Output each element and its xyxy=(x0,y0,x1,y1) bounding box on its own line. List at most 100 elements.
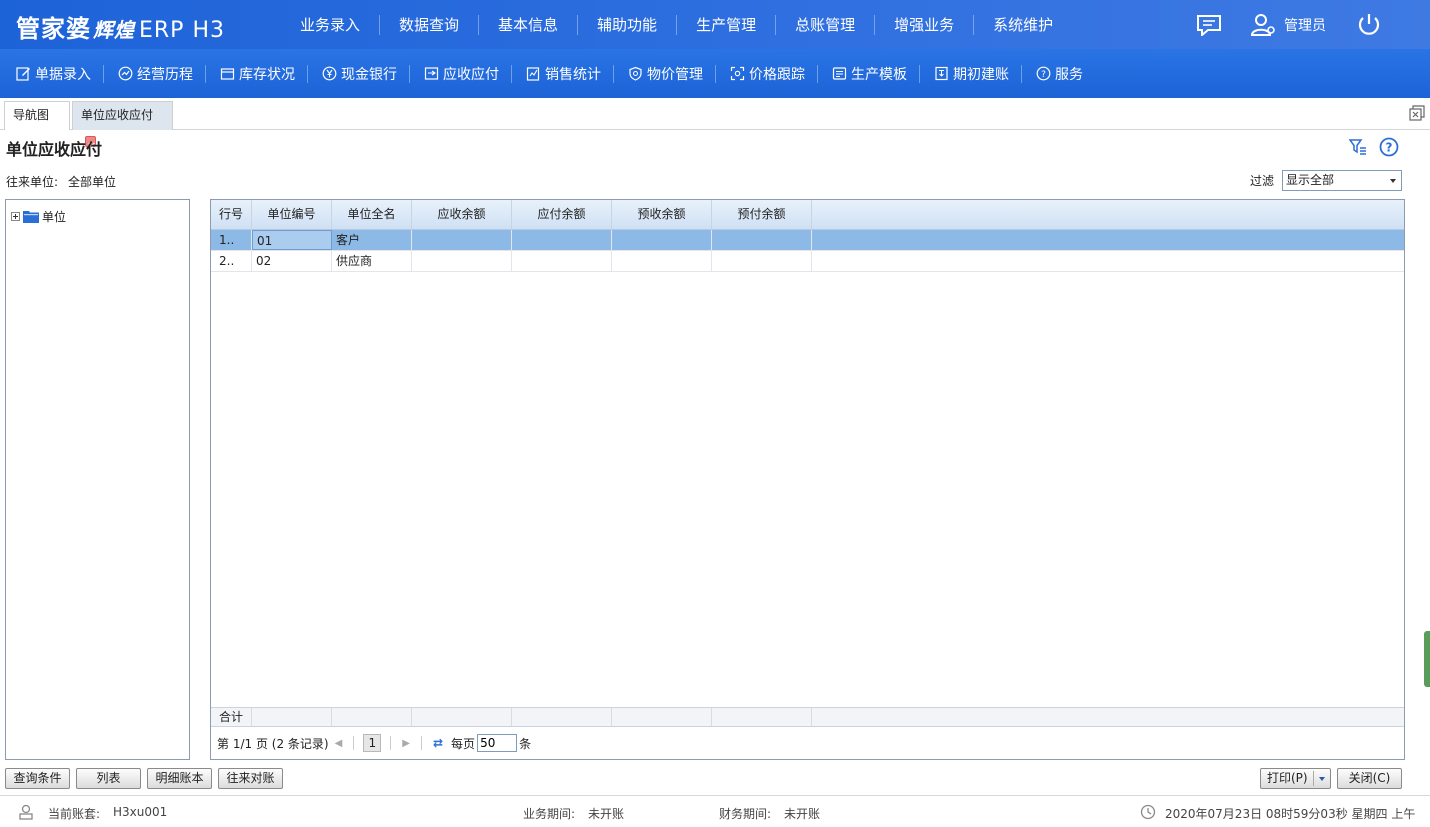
tab-navigation-map[interactable]: 导航图 xyxy=(4,101,70,130)
col-receivable[interactable]: 应收余额 xyxy=(412,200,512,229)
toolbar-inventory[interactable]: 库存状况 xyxy=(218,64,308,83)
row-no: 2.. xyxy=(211,251,252,271)
restore-window-icon[interactable] xyxy=(1408,104,1426,122)
detail-ledger-button[interactable]: 明细账本 xyxy=(147,768,212,789)
side-scroll-handle[interactable] xyxy=(1424,631,1430,687)
unit-name[interactable]: 客户 xyxy=(332,230,412,250)
toolbar-business-history[interactable]: 经营历程 xyxy=(116,64,206,83)
partner-unit-value: 全部单位 xyxy=(68,175,117,189)
col-payable[interactable]: 应付余额 xyxy=(512,200,612,229)
prepaid-cell[interactable] xyxy=(712,230,812,250)
toolbar-label: 服务 xyxy=(1055,66,1083,83)
menu-enhanced[interactable]: 增强业务 xyxy=(875,14,975,35)
tab-unit-receivable-payable[interactable]: 单位应收应付 xyxy=(72,101,173,159)
tab-label: 导航图 xyxy=(13,108,50,122)
divider xyxy=(1313,771,1314,786)
help-icon[interactable]: ? xyxy=(1379,137,1399,157)
tab-label: 单位应收应付 xyxy=(81,108,154,122)
filter-selected-value: 显示全部 xyxy=(1286,173,1335,187)
account-label: 当前账套: xyxy=(48,807,101,821)
total-cell xyxy=(512,708,612,726)
grid-header: 行号 单位编号 单位全名 应收余额 应付余额 预收余额 预付余额 xyxy=(211,200,1404,230)
filter-select[interactable]: 显示全部 xyxy=(1282,170,1403,191)
business-period-value: 未开账 xyxy=(588,807,625,821)
toolbar-cash-bank[interactable]: 现金银行 xyxy=(320,64,410,83)
reconcile-button[interactable]: 往来对账 xyxy=(218,768,283,789)
unit-name[interactable]: 供应商 xyxy=(332,251,412,271)
col-row-no[interactable]: 行号 xyxy=(211,200,252,229)
receivable-cell[interactable] xyxy=(412,230,512,250)
toolbar-label: 生产模板 xyxy=(851,66,907,83)
target-icon xyxy=(730,66,745,81)
toolbar-opening-setup[interactable]: 期初建账 xyxy=(932,64,1022,83)
clock-icon xyxy=(1140,804,1156,820)
account-icon xyxy=(19,804,33,820)
report-icon xyxy=(526,67,540,81)
toolbar-label: 销售统计 xyxy=(545,66,601,83)
power-icon[interactable] xyxy=(1356,12,1382,38)
toolbar-price-management[interactable]: 物价管理 xyxy=(626,64,716,83)
menu-data-query[interactable]: 数据查询 xyxy=(380,14,480,35)
print-label: 打印(P) xyxy=(1267,771,1308,785)
current-user[interactable]: 管理员 xyxy=(1284,15,1326,35)
per-page-unit: 条 xyxy=(519,736,532,751)
menu-auxiliary[interactable]: 辅助功能 xyxy=(578,14,678,35)
menu-production[interactable]: 生产管理 xyxy=(677,14,777,35)
yen-icon xyxy=(322,66,337,81)
advance-received-cell[interactable] xyxy=(612,230,712,250)
advance-received-cell[interactable] xyxy=(612,251,712,271)
toolbar-bill-entry[interactable]: 单据录入 xyxy=(14,64,104,83)
col-advance-received[interactable]: 预收余额 xyxy=(612,200,712,229)
table-row[interactable]: 1.. 01 客户 xyxy=(211,230,1404,251)
payable-cell[interactable] xyxy=(512,251,612,271)
book-icon xyxy=(935,66,948,81)
payable-cell[interactable] xyxy=(512,230,612,250)
message-icon[interactable] xyxy=(1196,14,1222,36)
list-button[interactable]: 列表 xyxy=(76,768,141,789)
next-page-icon[interactable]: ▶ xyxy=(402,738,410,749)
partner-unit-label: 往来单位: xyxy=(6,175,59,189)
header-actions: 管理员 xyxy=(1196,0,1430,49)
receivable-cell[interactable] xyxy=(412,251,512,271)
current-page[interactable]: 1 xyxy=(363,734,382,752)
total-cell xyxy=(712,708,812,726)
partner-unit-row: 往来单位: 全部单位 xyxy=(6,173,116,190)
unit-code[interactable]: 02 xyxy=(252,251,332,271)
toolbar-label: 期初建账 xyxy=(953,66,1009,83)
prev-page-icon[interactable]: ◀ xyxy=(335,738,343,749)
toolbar-sales-stats[interactable]: 销售统计 xyxy=(524,64,614,83)
user-icon[interactable] xyxy=(1250,13,1276,37)
menu-business-entry[interactable]: 业务录入 xyxy=(281,14,381,35)
close-button[interactable]: 关闭(C) xyxy=(1337,768,1402,789)
expand-icon[interactable] xyxy=(11,212,20,221)
tree-node-unit[interactable]: 单位 xyxy=(11,208,66,225)
query-conditions-button[interactable]: 查询条件 xyxy=(5,768,70,789)
refresh-icon[interactable]: ⇄ xyxy=(433,736,443,750)
total-cell xyxy=(252,708,332,726)
print-button[interactable]: 打印(P) xyxy=(1260,768,1331,789)
filter-settings-icon[interactable] xyxy=(1349,138,1367,156)
top-header: 管家婆 辉煌 ERP H3 业务录入 数据查询 基本信息 辅助功能 生产管理 总账管… xyxy=(0,0,1430,49)
table-row[interactable]: 2.. 02 供应商 xyxy=(211,251,1404,272)
per-page-input[interactable] xyxy=(477,734,518,752)
toolbar-receivable-payable[interactable]: 应收应付 xyxy=(422,64,512,83)
finance-period-label: 财务期间: xyxy=(719,807,772,821)
toolbar-price-tracking[interactable]: 价格跟踪 xyxy=(728,64,818,83)
toolbar-service[interactable]: ? 服务 xyxy=(1034,65,1095,83)
chevron-down-icon[interactable] xyxy=(1319,777,1325,781)
col-prepaid[interactable]: 预付余额 xyxy=(712,200,812,229)
logo-sub: 辉煌 xyxy=(93,18,135,42)
template-icon xyxy=(832,67,847,80)
menu-basic-info[interactable]: 基本信息 xyxy=(479,14,579,35)
col-unit-code[interactable]: 单位编号 xyxy=(252,200,332,229)
menu-system[interactable]: 系统维护 xyxy=(974,15,1072,35)
pager: 第 1/1 页 (2 条记录) ◀ 1 ▶ ⇄ 每页 条 xyxy=(211,727,1404,759)
toolbar-label: 经营历程 xyxy=(137,66,193,83)
menu-ledger[interactable]: 总账管理 xyxy=(776,14,876,35)
total-label: 合计 xyxy=(211,708,252,726)
toolbar-production-template[interactable]: 生产模板 xyxy=(830,64,920,83)
col-unit-name[interactable]: 单位全名 xyxy=(332,200,412,229)
prepaid-cell[interactable] xyxy=(712,251,812,271)
shield-icon xyxy=(629,66,642,81)
unit-code[interactable]: 01 xyxy=(252,230,332,250)
